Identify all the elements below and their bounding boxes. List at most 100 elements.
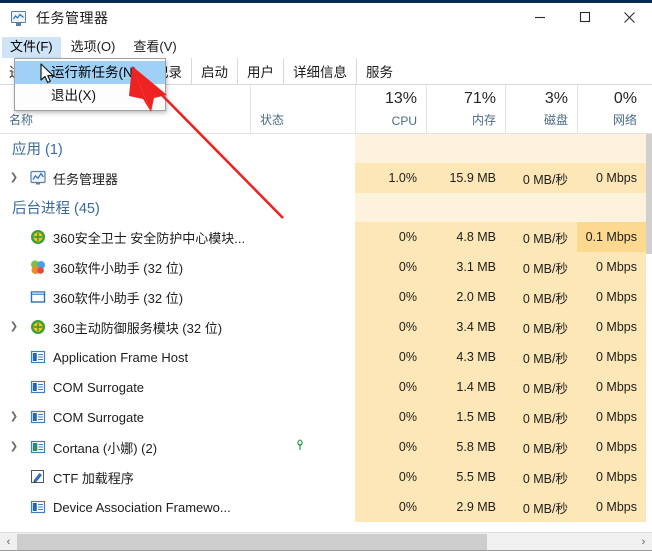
- close-button[interactable]: [607, 0, 652, 34]
- process-name-label: Device Association Framewo...: [53, 500, 231, 515]
- process-name-cell[interactable]: ❯COM Surrogate: [0, 402, 355, 432]
- expand-chevron-icon[interactable]: ❯: [6, 322, 22, 332]
- group-header-cell: 后台进程 (45): [0, 193, 355, 222]
- menu-view[interactable]: 查看(V): [125, 37, 184, 58]
- menu-bar: 文件(F)选项(O)查看(V): [0, 36, 652, 58]
- cell-network: 0.1 Mbps: [577, 222, 646, 252]
- cell-memory: 2.9 MB: [426, 492, 505, 522]
- process-name-label: COM Surrogate: [53, 380, 144, 395]
- group-label: 应用 (1): [12, 138, 63, 159]
- table-row[interactable]: ❯360主动防御服务模块 (32 位)0%3.4 MB0 MB/秒0 Mbps: [0, 312, 652, 342]
- table-row[interactable]: ❯Application Frame Host0%4.3 MB0 MB/秒0 M…: [0, 342, 652, 372]
- group-background[interactable]: 后台进程 (45): [0, 193, 652, 222]
- title-bar: 任务管理器: [0, 0, 652, 36]
- tab-startup[interactable]: 启动: [191, 58, 237, 84]
- suspended-leaf-icon: [292, 437, 308, 458]
- table-row[interactable]: ❯360软件小助手 (32 位)0%2.0 MB0 MB/秒0 Mbps: [0, 282, 652, 312]
- chevron-placeholder: ❯: [6, 382, 22, 392]
- menu-options[interactable]: 选项(O): [63, 37, 124, 58]
- cell-disk: [505, 134, 577, 163]
- cell-memory: [426, 193, 505, 222]
- cell-disk: 0 MB/秒: [505, 282, 577, 312]
- cell-disk: 0 MB/秒: [505, 402, 577, 432]
- ctf-pencil-icon: [30, 469, 46, 485]
- process-name-cell[interactable]: ❯ COM Surrogate: [0, 372, 355, 402]
- vertical-scrollbar-thumb[interactable]: [646, 134, 652, 254]
- cell-memory: 4.8 MB: [426, 222, 505, 252]
- app-window-icon: [30, 349, 46, 365]
- column-header-disk[interactable]: 3% 磁盘: [505, 85, 577, 133]
- cell-cpu: 0%: [355, 432, 426, 462]
- vertical-scrollbar[interactable]: [646, 134, 652, 523]
- table-row[interactable]: ❯CTF 加载程序0%5.5 MB0 MB/秒0 Mbps: [0, 462, 652, 492]
- window-title: 任务管理器: [36, 8, 109, 28]
- expand-chevron-icon[interactable]: ❯: [6, 412, 22, 422]
- cell-memory: 4.3 MB: [426, 342, 505, 372]
- cell-memory: [426, 134, 505, 163]
- scroll-right-arrow[interactable]: ›: [635, 533, 652, 551]
- cell-memory: 1.4 MB: [426, 372, 505, 402]
- column-header-status[interactable]: 状态: [250, 85, 355, 133]
- cell-network: [577, 134, 646, 163]
- 360-shield-icon: [30, 319, 46, 335]
- menu-item-run-new-task[interactable]: 运行新任务(N): [15, 61, 165, 84]
- process-name-label: Application Frame Host: [53, 350, 188, 365]
- cell-disk: 0 MB/秒: [505, 462, 577, 492]
- table-row[interactable]: ❯COM Surrogate0%1.5 MB0 MB/秒0 Mbps: [0, 402, 652, 432]
- horizontal-scrollbar-track[interactable]: [17, 533, 635, 551]
- process-name-cell[interactable]: ❯Device Association Framewo...: [0, 492, 355, 522]
- cell-network: [577, 193, 646, 222]
- tab-services[interactable]: 服务: [356, 58, 402, 84]
- process-name-label: Cortana (小娜) (2): [53, 438, 157, 457]
- maximize-button[interactable]: [562, 0, 607, 34]
- cell-cpu: 0%: [355, 222, 426, 252]
- cell-network: 0 Mbps: [577, 432, 646, 462]
- table-row[interactable]: ❯COM Surrogate0%1.4 MB0 MB/秒0 Mbps: [0, 372, 652, 402]
- group-apps[interactable]: 应用 (1): [0, 134, 652, 163]
- column-header-cpu[interactable]: 13% CPU: [355, 85, 426, 133]
- table-row[interactable]: ❯Device Association Framewo...0%2.9 MB0 …: [0, 492, 652, 522]
- cell-memory: 5.8 MB: [426, 432, 505, 462]
- cell-network: 0 Mbps: [577, 282, 646, 312]
- cell-disk: 0 MB/秒: [505, 163, 577, 193]
- cell-cpu: [355, 134, 426, 163]
- process-name-cell[interactable]: ❯360软件小助手 (32 位): [0, 252, 355, 282]
- scroll-left-arrow[interactable]: ‹: [0, 533, 17, 551]
- table-row[interactable]: ❯Cortana (小娜) (2)0%5.8 MB0 MB/秒0 Mbps: [0, 432, 652, 462]
- cell-disk: 0 MB/秒: [505, 372, 577, 402]
- table-row[interactable]: ❯任务管理器1.0%15.9 MB0 MB/秒0 Mbps: [0, 163, 652, 193]
- process-list[interactable]: 应用 (1) ❯任务管理器1.0%15.9 MB0 MB/秒0 Mbps后台进程 …: [0, 134, 652, 523]
- column-header-network[interactable]: 0% 网络: [577, 85, 646, 133]
- table-row[interactable]: ❯360软件小助手 (32 位)0%3.1 MB0 MB/秒0 Mbps: [0, 252, 652, 282]
- 360-shield-icon: [30, 229, 46, 245]
- cell-cpu: 0%: [355, 462, 426, 492]
- process-name-cell[interactable]: ❯360主动防御服务模块 (32 位): [0, 312, 355, 342]
- process-name-cell[interactable]: ❯Application Frame Host: [0, 342, 355, 372]
- process-name-label: CTF 加载程序: [53, 468, 134, 487]
- horizontal-scrollbar-thumb[interactable]: [17, 534, 487, 550]
- app-window-icon: [30, 379, 46, 395]
- chevron-placeholder: ❯: [6, 232, 22, 242]
- process-name-cell[interactable]: ❯360软件小助手 (32 位): [0, 282, 355, 312]
- task-manager-window: 任务管理器 文件(F)选项(O)查看(V) 进程性能应用历史记录启动用户详细信息…: [0, 0, 652, 551]
- tab-users[interactable]: 用户: [237, 58, 283, 84]
- process-name-cell[interactable]: ❯360安全卫士 安全防护中心模块...: [0, 222, 355, 252]
- minimize-button[interactable]: [517, 0, 562, 34]
- window-controls: [517, 0, 652, 34]
- mouse-cursor: [40, 63, 58, 87]
- cell-cpu: 0%: [355, 492, 426, 522]
- tab-details[interactable]: 详细信息: [283, 58, 356, 84]
- horizontal-scrollbar[interactable]: ‹ ›: [0, 532, 652, 550]
- cell-cpu: 0%: [355, 372, 426, 402]
- cell-disk: 0 MB/秒: [505, 222, 577, 252]
- menu-file[interactable]: 文件(F): [2, 37, 61, 58]
- column-header-memory[interactable]: 71% 内存: [426, 85, 505, 133]
- process-name-cell[interactable]: ❯任务管理器: [0, 163, 355, 193]
- process-name-cell[interactable]: ❯CTF 加载程序: [0, 462, 355, 492]
- expand-chevron-icon[interactable]: ❯: [6, 442, 22, 452]
- file-menu-dropdown[interactable]: 运行新任务(N)退出(X): [14, 58, 166, 111]
- 360-bubbles-icon: [30, 259, 46, 275]
- table-row[interactable]: ❯360安全卫士 安全防护中心模块...0%4.8 MB0 MB/秒0.1 Mb…: [0, 222, 652, 252]
- expand-chevron-icon[interactable]: ❯: [6, 173, 22, 183]
- menu-item-exit[interactable]: 退出(X): [15, 84, 165, 107]
